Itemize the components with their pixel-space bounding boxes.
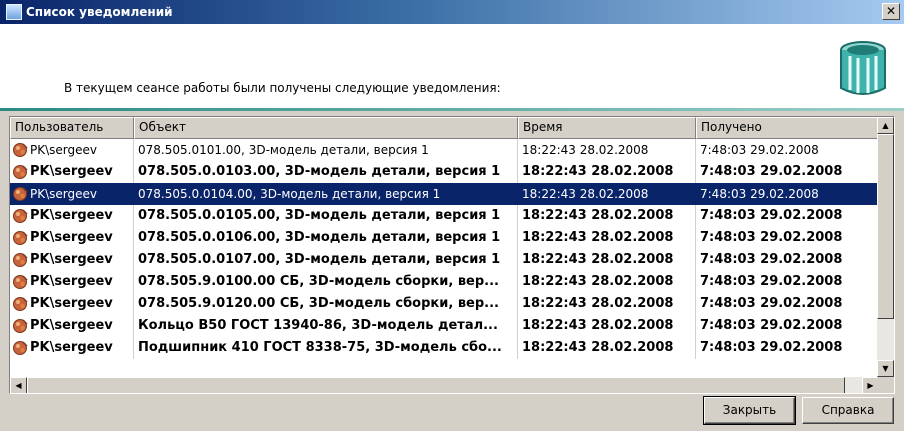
cell-received: 7:48:03 29.02.2008 bbox=[696, 337, 879, 359]
cell-user: PK\sergeev bbox=[10, 249, 134, 271]
notifications-table[interactable]: Пользователь Объект Время Получено PK\se… bbox=[9, 116, 895, 394]
cell-user: PK\sergeev bbox=[10, 293, 134, 315]
cell-received: 7:48:03 29.02.2008 bbox=[696, 161, 879, 183]
column-header-object[interactable]: Объект bbox=[134, 117, 518, 139]
notification-user-icon bbox=[13, 275, 28, 289]
notification-user-icon bbox=[13, 165, 28, 179]
user-name: PK\sergeev bbox=[30, 296, 113, 311]
cell-received: 7:48:03 29.02.2008 bbox=[696, 271, 879, 293]
user-name: PK\sergeev bbox=[30, 187, 97, 201]
user-name: PK\sergeev bbox=[30, 252, 113, 267]
scroll-corner bbox=[877, 377, 894, 393]
notification-user-icon bbox=[13, 341, 28, 355]
cell-object: 078.505.0.0107.00, 3D-модель детали, вер… bbox=[134, 249, 518, 271]
cell-user: PK\sergeev bbox=[10, 315, 134, 337]
close-button[interactable]: Закрыть bbox=[703, 396, 796, 425]
cell-user: PK\sergeev bbox=[10, 139, 134, 161]
user-name: PK\sergeev bbox=[30, 208, 113, 223]
scroll-left-button[interactable]: ◀ bbox=[10, 377, 27, 393]
cell-time: 18:22:43 28.02.2008 bbox=[518, 139, 696, 161]
table-body: PK\sergeev 078.505.0101.00, 3D-модель дет… bbox=[10, 139, 879, 359]
notification-user-icon bbox=[13, 187, 28, 201]
cell-object: 078.505.0.0104.00, 3D-модель детали, вер… bbox=[134, 183, 518, 205]
notification-user-icon bbox=[13, 319, 28, 333]
cell-object: Подшипник 410 ГОСТ 8338-75, 3D-модель сб… bbox=[134, 337, 518, 359]
horizontal-scroll-thumb[interactable] bbox=[27, 377, 845, 393]
scroll-down-button[interactable]: ▼ bbox=[877, 360, 894, 377]
cell-received: 7:48:03 29.02.2008 bbox=[696, 315, 879, 337]
table-row[interactable]: PK\sergeev 078.505.0101.00, 3D-модель дет… bbox=[10, 139, 879, 161]
notification-user-icon bbox=[13, 297, 28, 311]
header-message: В текущем сеансе работы были получены сл… bbox=[64, 81, 501, 95]
user-name: PK\sergeev bbox=[30, 143, 97, 157]
cell-time: 18:22:43 28.02.2008 bbox=[518, 293, 696, 315]
cell-user: PK\sergeev bbox=[10, 183, 134, 205]
cell-object: 078.505.0.0103.00, 3D-модель детали, вер… bbox=[134, 161, 518, 183]
table-row[interactable]: PK\sergeev Кольцо В50 ГОСТ 13940-86, 3D-м… bbox=[10, 315, 879, 337]
column-header-user[interactable]: Пользователь bbox=[10, 117, 134, 139]
vertical-scrollbar[interactable]: ▲ ▼ bbox=[877, 117, 894, 377]
column-header-time[interactable]: Время bbox=[518, 117, 696, 139]
table-header: Пользователь Объект Время Получено bbox=[10, 117, 879, 139]
cell-time: 18:22:43 28.02.2008 bbox=[518, 337, 696, 359]
table-row[interactable]: PK\sergeev 078.505.0.0107.00, 3D-модель д… bbox=[10, 249, 879, 271]
cell-received: 7:48:03 29.02.2008 bbox=[696, 139, 879, 161]
cell-time: 18:22:43 28.02.2008 bbox=[518, 271, 696, 293]
cell-received: 7:48:03 29.02.2008 bbox=[696, 293, 879, 315]
table-row[interactable]: PK\sergeev 078.505.0.0103.00, 3D-модель д… bbox=[10, 161, 879, 183]
cell-time: 18:22:43 28.02.2008 bbox=[518, 249, 696, 271]
cell-time: 18:22:43 28.02.2008 bbox=[518, 205, 696, 227]
close-window-button[interactable]: ✕ bbox=[882, 3, 900, 20]
cell-time: 18:22:43 28.02.2008 bbox=[518, 315, 696, 337]
app-icon bbox=[6, 4, 22, 20]
cell-received: 7:48:03 29.02.2008 bbox=[696, 227, 879, 249]
user-name: PK\sergeev bbox=[30, 274, 113, 289]
cell-time: 18:22:43 28.02.2008 bbox=[518, 161, 696, 183]
cell-time: 18:22:43 28.02.2008 bbox=[518, 227, 696, 249]
notification-user-icon bbox=[13, 209, 28, 223]
cell-object: 078.505.0101.00, 3D-модель детали, верси… bbox=[134, 139, 518, 161]
cell-time: 18:22:43 28.02.2008 bbox=[518, 183, 696, 205]
notification-user-icon bbox=[13, 231, 28, 245]
cell-user: PK\sergeev bbox=[10, 227, 134, 249]
cell-received: 7:48:03 29.02.2008 bbox=[696, 183, 879, 205]
table-row[interactable]: PK\sergeev 078.505.0.0104.00, 3D-модель д… bbox=[10, 183, 879, 205]
cell-user: PK\sergeev bbox=[10, 205, 134, 227]
table-row[interactable]: PK\sergeev 078.505.9.0100.00 СБ, 3D-модел… bbox=[10, 271, 879, 293]
window-title: Список уведомлений bbox=[26, 5, 173, 19]
help-button[interactable]: Справка bbox=[802, 397, 894, 424]
column-header-received[interactable]: Получено bbox=[696, 117, 879, 139]
user-name: PK\sergeev bbox=[30, 318, 113, 333]
user-name: PK\sergeev bbox=[30, 164, 113, 179]
cell-user: PK\sergeev bbox=[10, 337, 134, 359]
header-panel: В текущем сеансе работы были получены сл… bbox=[0, 24, 904, 108]
table-row[interactable]: PK\sergeev 078.505.0.0105.00, 3D-модель д… bbox=[10, 205, 879, 227]
cell-object: Кольцо В50 ГОСТ 13940-86, 3D-модель дета… bbox=[134, 315, 518, 337]
cell-user: PK\sergeev bbox=[10, 161, 134, 183]
notification-bin-icon bbox=[840, 41, 886, 95]
vertical-scroll-thumb[interactable] bbox=[877, 134, 894, 319]
scroll-up-button[interactable]: ▲ bbox=[877, 117, 894, 134]
user-name: PK\sergeev bbox=[30, 340, 113, 355]
notification-user-icon bbox=[13, 143, 28, 157]
cell-object: 078.505.0.0106.00, 3D-модель детали, вер… bbox=[134, 227, 518, 249]
header-separator bbox=[0, 108, 904, 111]
table-row[interactable]: PK\sergeev 078.505.0.0106.00, 3D-модель д… bbox=[10, 227, 879, 249]
title-bar: Список уведомлений ✕ bbox=[0, 0, 904, 24]
cell-received: 7:48:03 29.02.2008 bbox=[696, 249, 879, 271]
cell-user: PK\sergeev bbox=[10, 271, 134, 293]
table-row[interactable]: PK\sergeev Подшипник 410 ГОСТ 8338-75, 3D… bbox=[10, 337, 879, 359]
user-name: PK\sergeev bbox=[30, 230, 113, 245]
cell-object: 078.505.0.0105.00, 3D-модель детали, вер… bbox=[134, 205, 518, 227]
horizontal-scrollbar[interactable]: ◀ ▶ bbox=[10, 377, 879, 393]
table-row[interactable]: PK\sergeev 078.505.9.0120.00 СБ, 3D-модел… bbox=[10, 293, 879, 315]
cell-received: 7:48:03 29.02.2008 bbox=[696, 205, 879, 227]
cell-object: 078.505.9.0100.00 СБ, 3D-модель сборки, … bbox=[134, 271, 518, 293]
notification-user-icon bbox=[13, 253, 28, 267]
cell-object: 078.505.9.0120.00 СБ, 3D-модель сборки, … bbox=[134, 293, 518, 315]
